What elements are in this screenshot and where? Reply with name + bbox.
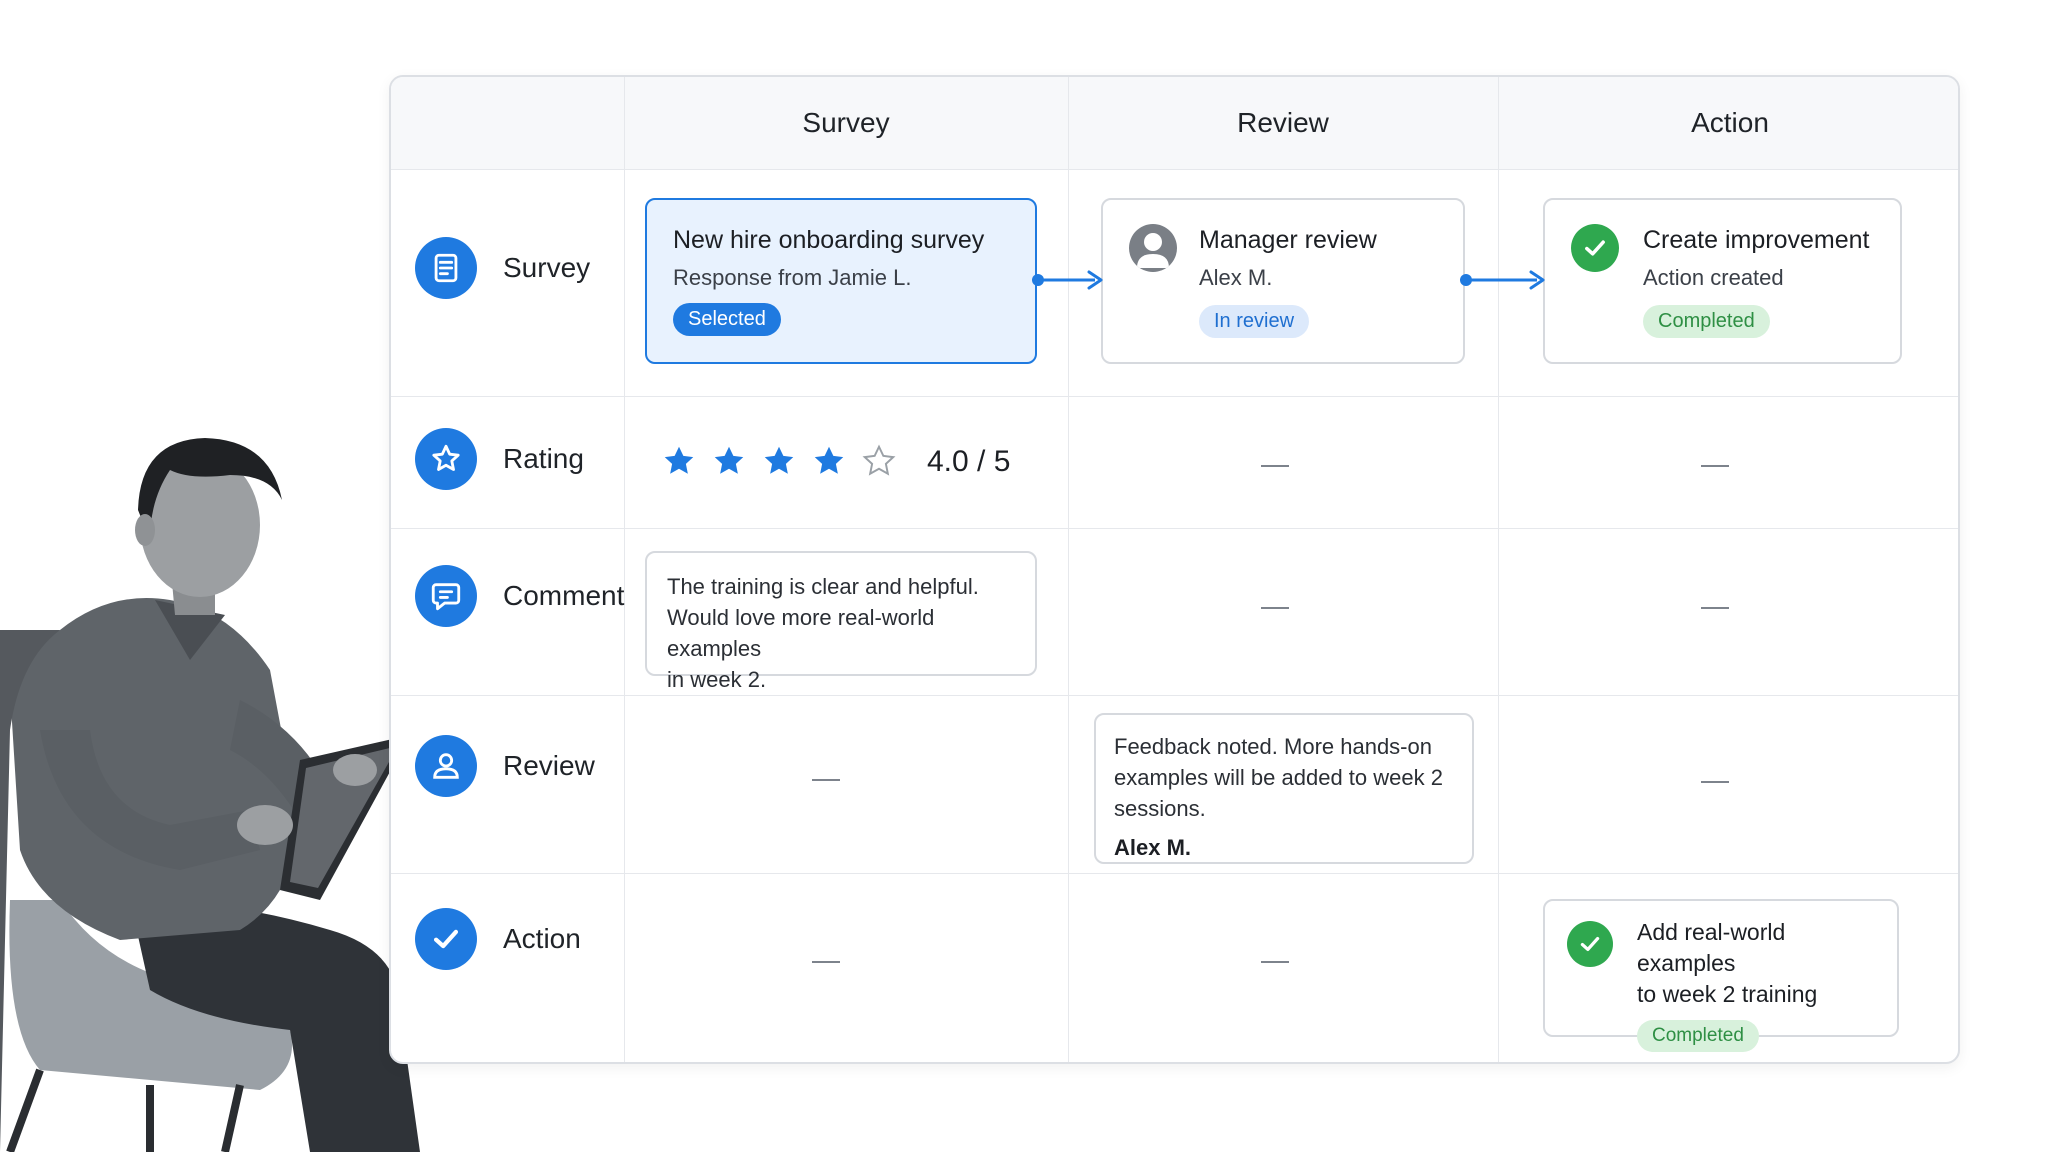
empty-cell-dash [1261, 607, 1289, 609]
comment-card[interactable]: The training is clear and helpful. Would… [645, 551, 1037, 692]
completed-badge: Completed [1643, 305, 1770, 338]
grid-divider [391, 695, 1958, 696]
review-note-line: sessions. [1114, 796, 1206, 821]
column-header-action[interactable]: Action [1498, 77, 1958, 169]
empty-cell-dash [1261, 961, 1289, 963]
star-rating [661, 443, 897, 479]
create-improvement-card[interactable]: Create improvement Action created Comple… [1543, 198, 1902, 364]
grid-divider [391, 528, 1958, 529]
empty-cell-dash [1701, 607, 1729, 609]
grid-divider [391, 169, 1958, 170]
action-card-subtitle: Action created [1643, 265, 1784, 290]
user-icon [415, 735, 477, 797]
success-check-icon [1571, 224, 1619, 272]
row-label-text: Review [503, 750, 595, 781]
survey-card[interactable]: New hire onboarding survey Response from… [645, 198, 1037, 364]
star-filled-icon [714, 446, 744, 474]
success-check-icon [1567, 921, 1613, 967]
row-label-rating: Rating [415, 428, 584, 490]
review-note-line: Feedback noted. More hands-on [1114, 734, 1432, 759]
empty-cell-dash [1701, 465, 1729, 467]
review-note-card[interactable]: Feedback noted. More hands-on examples w… [1094, 713, 1474, 864]
avatar-icon [1129, 224, 1177, 272]
row-label-review: Review [415, 735, 595, 797]
final-action-line: Add real-world examples [1637, 919, 1786, 976]
star-filled-icon [814, 446, 844, 474]
column-header-survey[interactable]: Survey [624, 77, 1068, 169]
survey-card-title: New hire onboarding survey [673, 226, 985, 254]
rating-value: 4.0 / 5 [927, 445, 1011, 478]
comment-line: in week 2. [667, 667, 767, 692]
star-filled-icon [764, 446, 794, 474]
row-label-action: Action [415, 908, 581, 970]
star-empty-icon [862, 444, 896, 476]
grid-divider [1068, 77, 1069, 1062]
review-note-line: examples will be added to week 2 [1114, 765, 1443, 790]
review-card-title: Manager review [1199, 226, 1377, 254]
person-with-tablet-illustration [0, 438, 420, 1152]
chat-bubble-icon [415, 565, 477, 627]
row-label-comment: Comment [415, 565, 624, 627]
empty-cell-dash [812, 961, 840, 963]
flow-arrow-connector [1032, 270, 1103, 290]
feedback-workflow-board: Survey Review Action Survey Rating Comme… [389, 75, 1960, 1064]
grid-divider [391, 873, 1958, 874]
empty-cell-dash [1261, 465, 1289, 467]
comment-line: Would love more real-world examples [667, 605, 935, 661]
row-label-text: Action [503, 923, 581, 954]
column-header-review[interactable]: Review [1068, 77, 1498, 169]
comment-line: The training is clear and helpful. [667, 574, 979, 599]
selected-badge: Selected [673, 303, 781, 336]
final-action-line: to week 2 training [1637, 981, 1818, 1007]
in-review-badge: In review [1199, 305, 1310, 338]
empty-cell-dash [812, 779, 840, 781]
flow-arrow-connector [1460, 270, 1545, 290]
survey-card-subtitle: Response from Jamie L. [673, 265, 912, 290]
star-filled-icon [664, 446, 694, 474]
empty-cell-dash [1701, 781, 1729, 783]
review-note-author: Alex M. [1114, 835, 1192, 860]
manager-review-card[interactable]: Manager review Alex M. In review [1101, 198, 1465, 364]
star-icon [415, 428, 477, 490]
row-label-survey: Survey [415, 237, 590, 299]
action-card-title: Create improvement [1643, 226, 1870, 254]
document-icon [415, 237, 477, 299]
grid-divider [1498, 77, 1499, 1062]
completed-badge: Completed [1637, 1020, 1759, 1052]
row-label-text: Comment [503, 580, 625, 611]
row-label-text: Survey [503, 252, 591, 283]
row-label-text: Rating [503, 443, 584, 474]
grid-divider [391, 396, 1958, 397]
final-action-card[interactable]: Add real-world examples to week 2 traini… [1543, 899, 1899, 1052]
checkmark-icon [415, 908, 477, 970]
review-card-subtitle: Alex M. [1199, 265, 1273, 290]
